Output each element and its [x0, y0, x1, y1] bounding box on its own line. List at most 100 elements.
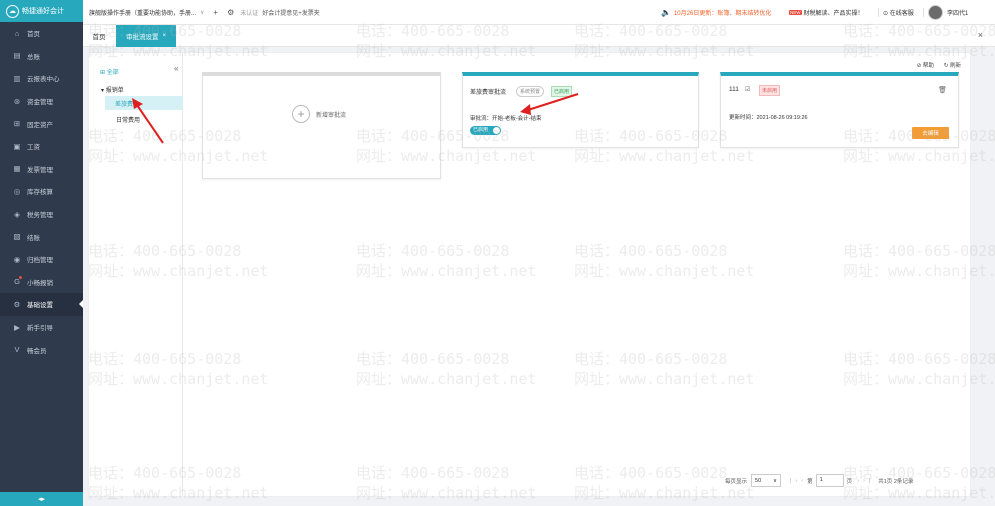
- help-button[interactable]: ⊘ 帮助: [917, 61, 934, 69]
- sidebar: ☁ 畅捷通好会计 ⌂ 首页 ▤ 总账 ▥ 云报表中心 ⊛ 资金管理 ⊞ 固定资产 ▣ 工资 ▦ 发票管理 ◎…: [0, 0, 83, 506]
- sidebar-collapse-button[interactable]: ◂▸: [0, 492, 83, 506]
- tree-group-label: 报销单: [105, 88, 124, 94]
- prev-page-buttons[interactable]: |‹‹: [790, 478, 807, 484]
- gear-icon[interactable]: ⚙: [227, 8, 234, 17]
- approval-flow-text: 审批流：开始-老板-会计-结束: [470, 116, 542, 122]
- toggle-label: 已启用: [473, 127, 489, 133]
- online-service-link[interactable]: ⊙ 在线客服: [883, 8, 914, 17]
- certification-status[interactable]: 未认证: [240, 8, 258, 17]
- go-edit-label: 去编辑: [922, 131, 939, 137]
- sidebar-item-label: 基础设置: [27, 302, 53, 310]
- sidebar-nav: ⌂ 首页 ▤ 总账 ▥ 云报表中心 ⊛ 资金管理 ⊞ 固定资产 ▣ 工资 ▦ 发票管理 ◎ 库存核算 ◈ 税务管理…: [0, 22, 83, 361]
- mini-report-icon: G: [14, 277, 20, 287]
- archive-icon: ◉: [13, 254, 21, 264]
- tax-icon: ◈: [14, 209, 20, 219]
- close-tab-icon[interactable]: ×: [162, 33, 166, 39]
- sidebar-item-label: 首页: [27, 31, 40, 39]
- status-badge: 已启用: [551, 86, 573, 97]
- plus-circle-icon: +: [292, 105, 310, 123]
- tree-item-travel-label: 差旅费: [115, 102, 134, 108]
- enable-toggle[interactable]: 已启用: [470, 126, 501, 135]
- tree-item-all[interactable]: ⊞ 全部: [100, 67, 119, 76]
- per-page-value: 50: [755, 477, 762, 484]
- sidebar-item[interactable]: ▧ 结账: [0, 225, 83, 248]
- sidebar-item[interactable]: ⊛ 资金管理: [0, 90, 83, 113]
- tab-home[interactable]: 首页: [83, 25, 115, 47]
- tree-item-daily[interactable]: 日常费用: [116, 115, 140, 124]
- brand-logo[interactable]: ☁ 畅捷通好会计: [0, 0, 83, 22]
- next-page-buttons[interactable]: ››|: [857, 478, 874, 484]
- sidebar-item-label: 归档管理: [27, 257, 53, 265]
- trash-icon[interactable]: 🗑: [938, 86, 947, 94]
- stock-icon: ◎: [13, 186, 21, 196]
- approval-card[interactable]: 111 ☑ 未启用 🗑 更新时间：2021-08-26 09:19:26 去编辑: [720, 72, 959, 148]
- tree-group-reimbursement[interactable]: ▾ 报销单: [101, 85, 124, 94]
- home-icon: ⌂: [14, 28, 20, 38]
- page-prefix: 第: [807, 478, 813, 485]
- sidebar-item-label: 税务管理: [27, 212, 53, 220]
- sidebar-item[interactable]: ◎ 库存核算: [0, 180, 83, 203]
- pagination: 每页显示 50 ∨ |‹‹ 第 1 页 ››| 共1页 2条记录: [725, 474, 913, 487]
- sidebar-item[interactable]: ▶ 新手引导: [0, 316, 83, 339]
- per-page-select[interactable]: 50 ∨: [751, 474, 782, 487]
- online-service-label: 在线客服: [889, 10, 914, 17]
- tree-item-travel[interactable]: 差旅费: [105, 96, 183, 110]
- sidebar-item[interactable]: ▥ 云报表中心: [0, 67, 83, 90]
- new-badge: NEW: [789, 9, 802, 15]
- sidebar-item-label: 畅会员: [27, 347, 47, 355]
- update-time-text: 更新时间：2021-08-26 09:19:26: [729, 115, 808, 121]
- sidebar-item[interactable]: V 畅会员: [0, 338, 83, 361]
- close-all-tabs-icon[interactable]: ×: [978, 30, 983, 40]
- category-tree: ⊞ 全部 « ▾ 报销单 差旅费 日常费用: [89, 53, 183, 496]
- add-approval-label: 新增审批流: [316, 112, 347, 119]
- collapse-tree-icon[interactable]: «: [174, 64, 178, 73]
- edit-name-icon[interactable]: ☑: [745, 86, 750, 93]
- sidebar-item[interactable]: G 小畅报销: [0, 271, 83, 294]
- approval-card[interactable]: 差旅费审批流 系统预置 已启用 审批流：开始-老板-会计-结束 已启用: [462, 72, 699, 148]
- sidebar-item[interactable]: ▦ 发票管理: [0, 158, 83, 181]
- page-input[interactable]: 1: [815, 474, 844, 487]
- chevron-down-icon[interactable]: ∨: [200, 9, 204, 16]
- sidebar-item[interactable]: ◈ 税务管理: [0, 203, 83, 226]
- tab-approval-settings[interactable]: 审批流设置 ×: [116, 25, 176, 47]
- page-input-value: 1: [819, 477, 823, 483]
- news-link[interactable]: NEW 财税解读、产品实操！: [789, 8, 864, 17]
- cloud-logo-icon: ☁: [6, 4, 19, 18]
- update-notice[interactable]: 🔈 10月26日更新：账簿、期末结转优化: [661, 8, 771, 17]
- add-approval-card[interactable]: + 新增审批流: [202, 72, 441, 179]
- notification-dot: [19, 275, 22, 279]
- go-edit-button[interactable]: 去编辑: [912, 127, 949, 139]
- asset-icon: ⊞: [13, 119, 21, 129]
- feedback-link[interactable]: 好会计提意见+发票夹: [262, 8, 320, 17]
- sidebar-item[interactable]: ⚙ 基础设置: [0, 293, 83, 316]
- company-selector[interactable]: 旗舰版操作手册（重要功能协助，手册...: [89, 8, 196, 17]
- sidebar-item-label: 库存核算: [27, 189, 53, 197]
- brand-name: 畅捷通好会计: [22, 8, 64, 15]
- sidebar-item-label: 工资: [27, 144, 40, 152]
- sidebar-item-label: 小畅报销: [27, 279, 53, 287]
- divider: [923, 8, 924, 17]
- refresh-button[interactable]: ↻ 刷新: [944, 61, 961, 69]
- settings-icon: ⚙: [13, 299, 21, 309]
- sidebar-item[interactable]: ▣ 工资: [0, 135, 83, 158]
- sidebar-item[interactable]: ⊞ 固定资产: [0, 112, 83, 135]
- user-name[interactable]: 李四代1: [947, 8, 968, 17]
- avatar[interactable]: [928, 5, 943, 20]
- tab-approval-label: 审批流设置: [125, 34, 159, 41]
- chevron-down-icon: ∨: [772, 477, 778, 484]
- sidebar-item[interactable]: ◉ 归档管理: [0, 248, 83, 271]
- add-icon[interactable]: +: [213, 8, 218, 17]
- page-suffix: 页: [846, 478, 853, 485]
- sidebar-item[interactable]: ⌂ 首页: [0, 22, 83, 45]
- approval-card-title: 差旅费审批流: [470, 90, 507, 96]
- sidebar-item[interactable]: ▤ 总账: [0, 45, 83, 68]
- help-label: 帮助: [922, 63, 934, 69]
- news-text: 财税解读、产品实操！: [803, 10, 864, 17]
- add-approval-button[interactable]: + 新增审批流: [292, 105, 346, 123]
- top-bar: 旗舰版操作手册（重要功能协助，手册... ∨ + ⚙ 未认证 好会计提意见+发票…: [83, 0, 995, 25]
- toggle-knob: [493, 127, 500, 134]
- ledger-icon: ▤: [13, 51, 21, 61]
- main-content: ⊞ 全部 « ▾ 报销单 差旅费 日常费用 ⊘ 帮助 ↻ 刷新 + 新增审批流 …: [88, 52, 971, 497]
- money-icon: ⊛: [13, 96, 21, 106]
- closing-icon: ▧: [13, 232, 21, 242]
